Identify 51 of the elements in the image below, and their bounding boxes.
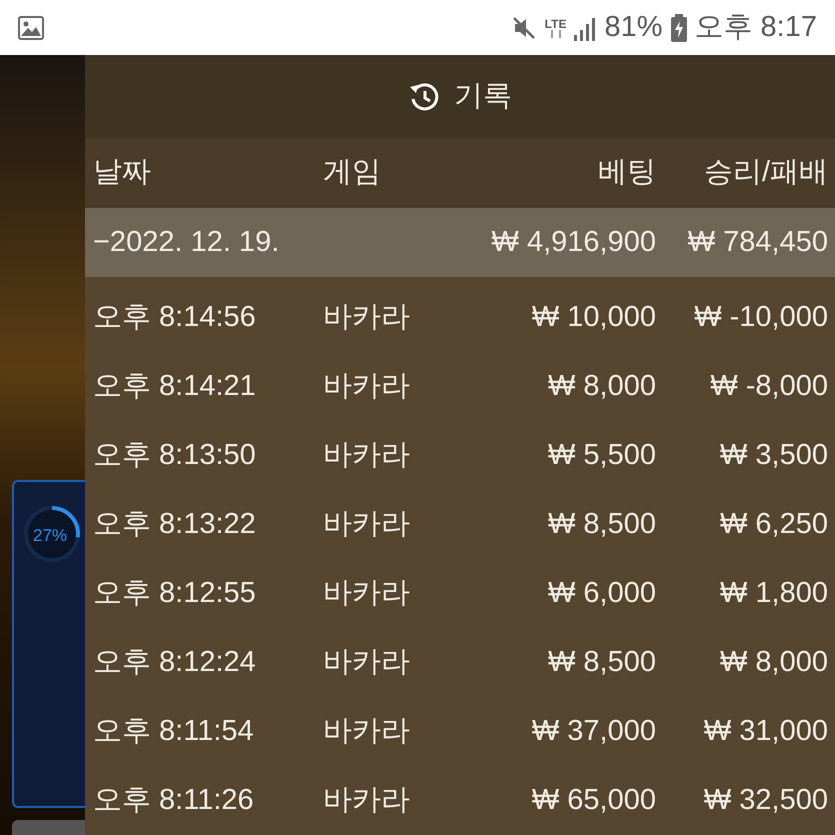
- column-header: 승리/패배: [702, 155, 828, 190]
- bet-cell-text: ₩ 8,000: [547, 368, 656, 404]
- time-cell-text: 오후 8:12:55: [93, 576, 257, 611]
- bet-cell-text: ₩ 8,500: [547, 506, 656, 542]
- battery-percent: 81%: [604, 10, 662, 45]
- result-cell-text: ₩ 32,500: [702, 782, 828, 818]
- network-type: LTE: [544, 18, 566, 30]
- progress-percent: 27%: [33, 525, 68, 547]
- game-cell-text: 바카라: [323, 438, 411, 473]
- bet-cell-text: ₩ 8,500: [547, 644, 656, 680]
- result-cell-text: ₩ 8,000: [719, 644, 828, 680]
- game-cell-text: 바카라: [323, 714, 411, 749]
- time-cell-text: 오후 8:12:24: [93, 644, 257, 680]
- bet-cell-text: ₩ 65,000: [530, 782, 656, 818]
- date-cell-text: −2022. 12. 19.: [93, 224, 280, 260]
- clock-time: 오후 8:17: [694, 10, 817, 45]
- result-cell-text: ₩ -10,000: [693, 300, 828, 335]
- column-header: 게임: [323, 155, 382, 190]
- game-cell-text: 바카라: [323, 782, 411, 818]
- column-header: 날짜: [93, 155, 152, 190]
- history-icon: [408, 80, 440, 112]
- result-cell-text: ₩ 6,250: [719, 506, 828, 542]
- game-cell-text: 바카라: [323, 576, 411, 611]
- result-total: ₩ 784,450: [686, 224, 828, 260]
- bet-cell-text: ₩ 6,000: [547, 576, 656, 611]
- time-cell-text: 오후 8:13:22: [93, 506, 257, 542]
- mute-icon: [510, 14, 537, 40]
- result-cell-text: ₩ 3,500: [719, 438, 828, 473]
- game-cell-text: 바카라: [323, 506, 411, 542]
- bet-cell-text: ₩ 10,000: [530, 300, 656, 335]
- bet-cell-text: ₩ 37,000: [530, 714, 656, 749]
- result-cell-text: ₩ 31,000: [702, 714, 828, 749]
- date-group-row[interactable]: −2022. 12. 19. ₩ 4,916,900 ₩ 784,450: [85, 208, 835, 277]
- battery-charging-icon: [670, 14, 686, 42]
- game-cell-text: 바카라: [323, 644, 411, 680]
- result-cell-text: ₩ 1,800: [719, 576, 828, 611]
- bet-total: ₩ 4,916,900: [490, 224, 656, 260]
- time-cell-text: 오후 8:11:26: [93, 782, 255, 818]
- data-arrows-icon: [548, 30, 563, 38]
- time-cell-text: 오후 8:14:21: [93, 368, 257, 404]
- result-cell-text: ₩ -8,000: [709, 368, 828, 404]
- progress-ring: [22, 504, 82, 564]
- game-cell-text: 바카라: [323, 368, 411, 404]
- bet-cell-text: ₩ 5,500: [547, 438, 656, 473]
- column-header: 베팅: [597, 155, 656, 190]
- panel-title: 기록: [454, 78, 512, 114]
- game-cell-text: 바카라: [323, 300, 411, 335]
- time-cell-text: 오후 8:13:50: [93, 438, 257, 473]
- time-cell-text: 오후 8:11:54: [93, 714, 255, 749]
- image-icon: [18, 16, 44, 40]
- time-cell-text: 오후 8:14:56: [93, 300, 257, 335]
